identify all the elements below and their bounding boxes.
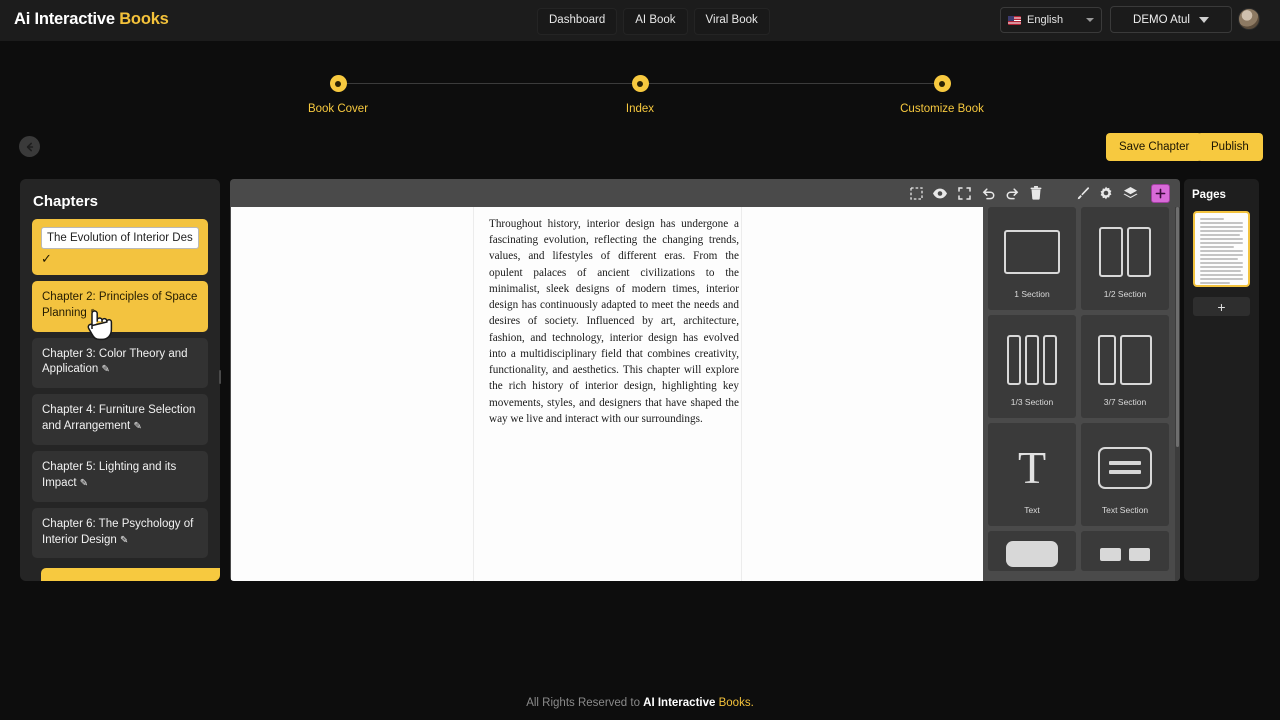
- logo-text-primary: Ai Interactive: [14, 10, 115, 28]
- three-seven-section-icon: [1098, 327, 1152, 393]
- footer-brand-accent: Books.: [718, 697, 754, 709]
- palette-card-three-seven-section[interactable]: 3/7 Section: [1081, 315, 1169, 418]
- step-label: Index: [625, 103, 655, 115]
- publish-button[interactable]: Publish: [1197, 133, 1263, 161]
- palette-card-label: 3/7 Section: [1103, 396, 1147, 407]
- chapter-label: Chapter 3: Color Theory and Application: [42, 347, 188, 376]
- chapter-item-3[interactable]: Chapter 3: Color Theory and Application …: [32, 337, 208, 389]
- third-section-icon: [1007, 327, 1057, 393]
- user-name-label: DEMO Atul: [1133, 13, 1190, 26]
- step-customize-book[interactable]: Customize Book: [862, 62, 1022, 115]
- add-element-button[interactable]: [1151, 183, 1170, 203]
- footer: All Rights Reserved to AI Interactive Bo…: [0, 697, 1280, 709]
- edit-pencil-icon[interactable]: ✎: [80, 478, 88, 489]
- step-dot-icon: [329, 75, 347, 92]
- nav-item-viral-book[interactable]: Viral Book: [693, 8, 770, 35]
- user-menu[interactable]: DEMO Atul: [1110, 6, 1232, 33]
- app-logo[interactable]: Ai Interactive Books: [14, 10, 169, 29]
- chapters-list: ✓ Chapter 2: Principles of Space Plannin…: [20, 219, 220, 559]
- column-divider-right: [741, 207, 742, 581]
- document-body-text[interactable]: Throughout history, interior design has …: [489, 216, 739, 427]
- select-icon[interactable]: [904, 182, 928, 204]
- chapter-item-2[interactable]: Chapter 2: Principles of Space Planning …: [32, 280, 208, 332]
- page-canvas[interactable]: Throughout history, interior design has …: [231, 207, 983, 581]
- palette-card-label: 1/3 Section: [1010, 396, 1054, 407]
- chapter-title-input[interactable]: [41, 227, 199, 249]
- edit-pencil-icon[interactable]: ✎: [90, 308, 98, 319]
- add-chapter-button[interactable]: [41, 568, 220, 581]
- chapter-item-1[interactable]: ✓: [32, 219, 208, 275]
- footer-prefix: All Rights Reserved to: [526, 697, 644, 709]
- add-page-button[interactable]: +: [1193, 297, 1250, 316]
- edit-pencil-icon[interactable]: ✎: [133, 421, 141, 432]
- palette-card-pair[interactable]: [1081, 531, 1169, 571]
- chapter-label: Chapter 6: The Psychology of Interior De…: [42, 517, 194, 546]
- palette-card-label: 1 Section: [1014, 288, 1050, 299]
- step-dot-icon: [631, 75, 649, 92]
- palette-card-label: Text Section: [1101, 504, 1149, 515]
- gear-icon[interactable]: [1094, 182, 1118, 204]
- pages-panel: Pages +: [1184, 179, 1259, 581]
- trash-icon[interactable]: [1024, 182, 1048, 204]
- plus-icon: [1155, 188, 1166, 198]
- edit-pencil-icon[interactable]: ✎: [101, 364, 109, 375]
- chapter-label: Chapter 4: Furniture Selection and Arran…: [42, 404, 196, 433]
- fullscreen-icon[interactable]: [952, 182, 976, 204]
- text-section-icon: [1098, 435, 1152, 501]
- step-label: Customize Book: [900, 103, 984, 115]
- save-chapter-button[interactable]: Save Chapter: [1106, 133, 1203, 161]
- palette-card-button[interactable]: [988, 531, 1076, 571]
- step-label: Book Cover: [307, 103, 369, 115]
- palette-card-half-section[interactable]: 1/2 Section: [1081, 207, 1169, 310]
- undo-icon[interactable]: [976, 182, 1000, 204]
- page-thumbnail-1[interactable]: [1193, 211, 1250, 287]
- half-section-icon: [1099, 219, 1151, 285]
- redo-icon[interactable]: [1000, 182, 1024, 204]
- chapters-title: Chapters: [33, 193, 99, 210]
- chevron-down-icon: [1198, 16, 1209, 23]
- edit-pencil-icon[interactable]: ✎: [120, 535, 128, 546]
- palette-card-1-section[interactable]: 1 Section: [988, 207, 1076, 310]
- palette-card-text-section[interactable]: Text Section: [1081, 423, 1169, 526]
- chapter-label: Chapter 5: Lighting and its Impact: [42, 461, 177, 489]
- palette-card-third-section[interactable]: 1/3 Section: [988, 315, 1076, 418]
- text-icon: T: [1017, 441, 1047, 493]
- main-nav: Dashboard AI Book Viral Book: [537, 8, 770, 35]
- layers-icon[interactable]: [1118, 182, 1142, 204]
- palette-card-label: Text: [1024, 504, 1040, 515]
- palette-card-label: 1/2 Section: [1103, 288, 1147, 299]
- chapter-item-5[interactable]: Chapter 5: Lighting and its Impact ✎: [32, 451, 208, 502]
- pages-title: Pages: [1192, 189, 1226, 201]
- palette-card-text[interactable]: T Text: [988, 423, 1076, 526]
- chapter-item-6[interactable]: Chapter 6: The Psychology of Interior De…: [32, 507, 208, 559]
- chapters-panel: Chapters ✓ Chapter 2: Principles of Spac…: [20, 179, 220, 581]
- us-flag-icon: [1008, 15, 1021, 25]
- step-book-cover[interactable]: Book Cover: [258, 62, 418, 115]
- progress-stepper: Book Cover Index Customize Book: [0, 62, 1280, 122]
- back-arrow-icon: [26, 142, 33, 151]
- nav-item-ai-book[interactable]: AI Book: [623, 8, 688, 35]
- chevron-down-icon: [1086, 18, 1094, 22]
- one-section-icon: [1004, 219, 1060, 285]
- step-index[interactable]: Index: [560, 62, 720, 115]
- column-divider-left: [473, 207, 474, 581]
- brush-icon[interactable]: [1070, 182, 1094, 204]
- footer-brand-primary: AI Interactive: [643, 697, 716, 709]
- back-button[interactable]: [19, 136, 40, 157]
- editor-toolbar: [230, 179, 1180, 207]
- logo-text-accent: Books: [119, 10, 169, 28]
- eye-icon[interactable]: [928, 182, 952, 204]
- chapter-item-4[interactable]: Chapter 4: Furniture Selection and Arran…: [32, 394, 208, 446]
- step-dot-icon: [933, 75, 951, 92]
- language-label: English: [1027, 14, 1064, 26]
- nav-item-dashboard[interactable]: Dashboard: [537, 8, 618, 35]
- check-icon[interactable]: ✓: [41, 252, 52, 265]
- chapters-scrollbar[interactable]: [219, 370, 221, 384]
- chapter-label: Chapter 2: Principles of Space Planning: [42, 290, 198, 319]
- avatar[interactable]: [1238, 8, 1260, 30]
- language-selector[interactable]: English: [1000, 7, 1102, 33]
- sections-palette: 1 Section 1/2 Section 1/3 Section 3/7 Se…: [988, 207, 1176, 581]
